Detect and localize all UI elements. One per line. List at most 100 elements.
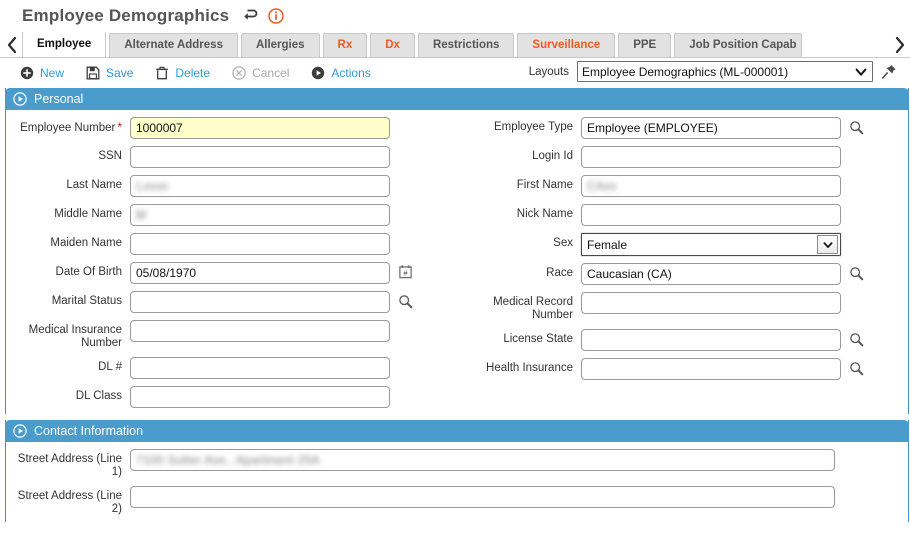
personal-panel: Personal Employee Number * 1000007 SSN Last … [5,88,909,414]
field-row: Employee Number * 1000007 [6,117,457,139]
tab-alternate-address[interactable]: Alternate Address [109,33,238,57]
tab-allergies[interactable]: Allergies [240,33,320,57]
employee-number-input[interactable]: 1000007 [130,117,390,139]
search-icon[interactable] [848,117,865,137]
field-row: Date Of Birth 05/08/1970 # [6,262,457,284]
tab-job-position-capab[interactable]: Job Position Capab [674,33,802,57]
info-circle-icon[interactable] [268,7,285,24]
plus-circle-icon [20,66,34,80]
ssn-label: SSN [98,150,122,162]
save-button[interactable]: Save [86,66,133,80]
health-insurance-field [573,358,908,380]
search-icon[interactable] [848,329,865,349]
middle-name-input[interactable]: M [130,204,390,226]
nick-name-label: Nick Name [516,208,573,220]
tab-rx[interactable]: Rx [322,33,368,57]
race-field: Caucasian (CA) [573,263,908,285]
layouts-label: Layouts [528,65,569,78]
redacted-value: CAxx [587,179,617,193]
tab-restrictions[interactable]: Restrictions [417,33,515,57]
field-adornment-spacer [397,175,414,195]
title-icon-group [241,7,285,25]
date-of-birth-field: 05/08/1970 # [122,262,457,284]
dl-class-label: DL Class [75,390,122,402]
date-of-birth-input[interactable]: 05/08/1970 [130,262,390,284]
personal-panel-header[interactable]: Personal [5,88,909,110]
tabs-scroll-right-icon[interactable] [890,32,910,57]
field-adornment-spacer [397,233,414,253]
field-adornment-spacer [848,204,865,224]
sex-label: Sex [553,237,573,249]
login-id-input[interactable] [581,146,841,168]
tab-ppe[interactable]: PPE [618,33,672,57]
search-icon[interactable] [848,263,865,283]
field-adornment-spacer [848,146,865,166]
field-row: Maiden Name [6,233,457,255]
health-insurance-input[interactable] [581,358,841,380]
pushpin-icon[interactable] [881,63,898,80]
field-adornment-spacer [397,117,414,137]
field-row: License State [457,329,908,351]
employee-type-label: Employee Type [493,121,573,133]
field-adornment-spacer [397,146,414,166]
actions-button[interactable]: Actions [311,66,371,80]
cancel-circle-icon [232,66,246,80]
new-button-label: New [40,66,65,80]
ssn-input[interactable] [130,146,390,168]
chevron-down-icon[interactable] [817,235,838,254]
save-button-label: Save [106,66,134,80]
sex-select[interactable]: Female [581,233,841,256]
tabs-scroll-left-icon[interactable] [2,32,22,57]
license-state-input[interactable] [581,329,841,351]
marital-status-field [122,291,457,313]
marital-status-label: Marital Status [51,295,122,307]
employee-demographics-window: Employee Demographics Employee Alternate… [0,0,910,533]
return-arrow-icon[interactable] [241,7,259,25]
dl-input[interactable] [130,357,390,379]
date-of-birth-label: Date Of Birth [55,266,122,278]
tab-surveillance[interactable]: Surveillance [517,33,616,57]
street-address-line-2-input[interactable] [130,486,835,508]
race-input[interactable]: Caucasian (CA) [581,263,841,285]
layouts-select[interactable]: Employee Demographics (ML-000001) [577,61,873,82]
calendar-picker-icon[interactable]: # [397,262,414,282]
search-icon[interactable] [848,358,865,378]
field-row: DL Class [6,386,457,408]
redacted-value: 7100 Sutter Ave., Apartment 25A [136,453,320,467]
personal-right-column: Employee Type Employee (EMPLOYEE) Login Id… [457,117,908,408]
medical-record-number-input[interactable] [581,292,841,314]
redacted-value: M [136,208,147,222]
nick-name-input[interactable] [581,204,841,226]
first-name-input[interactable]: CAxx [581,175,841,197]
contact-panel-header[interactable]: Contact Information [5,420,909,442]
field-row: Employee Type Employee (EMPLOYEE) [457,117,908,139]
employee-type-input[interactable]: Employee (EMPLOYEE) [581,117,841,139]
cancel-button[interactable]: Cancel [232,66,289,80]
street-address-line-1-input[interactable]: 7100 Sutter Ave., Apartment 25A [130,449,835,471]
last-name-input[interactable]: Lxxxx [130,175,390,197]
dl-class-field [122,386,457,408]
search-icon[interactable] [397,291,414,311]
employee-number-field: 1000007 [122,117,457,139]
field-adornment-spacer [397,386,414,406]
page-title: Employee Demographics [22,5,230,25]
marital-status-input[interactable] [130,291,390,313]
tab-dx[interactable]: Dx [370,33,415,57]
field-adornment-spacer [397,204,414,224]
street-address-line-2-label: Street Address (Line 2) [17,490,122,515]
race-label: Race [546,267,573,279]
field-row: Street Address (Line 2) [6,486,908,516]
dl-class-input[interactable] [130,386,390,408]
middle-name-label: Middle Name [54,208,122,220]
field-row: Street Address (Line 1) 7100 Sutter Ave.,… [6,449,908,479]
svg-text:#: # [403,268,408,277]
floppy-disk-icon [86,66,100,80]
maiden-name-input[interactable] [130,233,390,255]
expand-collapse-icon [13,92,27,106]
delete-button[interactable]: Delete [155,66,210,80]
login-id-field [573,146,908,168]
medical-insurance-number-input[interactable] [130,320,390,342]
personal-panel-title: Personal [34,92,84,106]
tab-employee[interactable]: Employee [22,32,107,57]
new-button[interactable]: New [20,66,64,80]
